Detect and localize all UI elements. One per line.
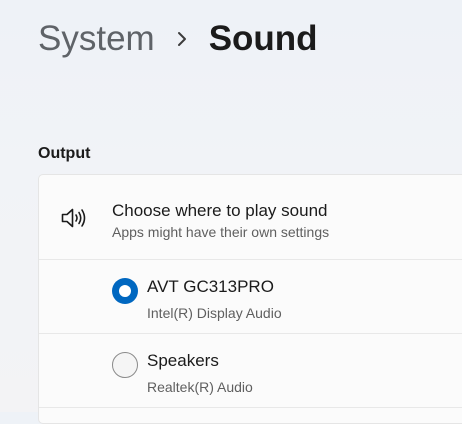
output-device-option-avt[interactable]: AVT GC313PRO Intel(R) Display Audio [39, 260, 462, 334]
radio-button-unselected[interactable] [112, 352, 138, 378]
chevron-right-icon [155, 16, 209, 62]
speaker-icon [60, 206, 88, 230]
output-device-option-speakers[interactable]: Speakers Realtek(R) Audio [39, 334, 462, 408]
device-description: Intel(R) Display Audio [147, 305, 282, 321]
breadcrumb: System Sound [38, 16, 318, 62]
output-device-card: Choose where to play sound Apps might ha… [38, 174, 462, 424]
page-title: Sound [208, 19, 318, 58]
device-name: AVT GC313PRO [147, 277, 274, 296]
choose-output-title: Choose where to play sound [112, 201, 328, 220]
radio-button-selected[interactable] [112, 278, 138, 304]
output-card-header[interactable]: Choose where to play sound Apps might ha… [39, 175, 462, 260]
device-description: Realtek(R) Audio [147, 379, 253, 395]
choose-output-subtitle: Apps might have their own settings [112, 224, 330, 240]
output-section-title: Output [38, 145, 91, 162]
device-name: Speakers [147, 351, 219, 370]
breadcrumb-system-link[interactable]: System [38, 16, 155, 62]
